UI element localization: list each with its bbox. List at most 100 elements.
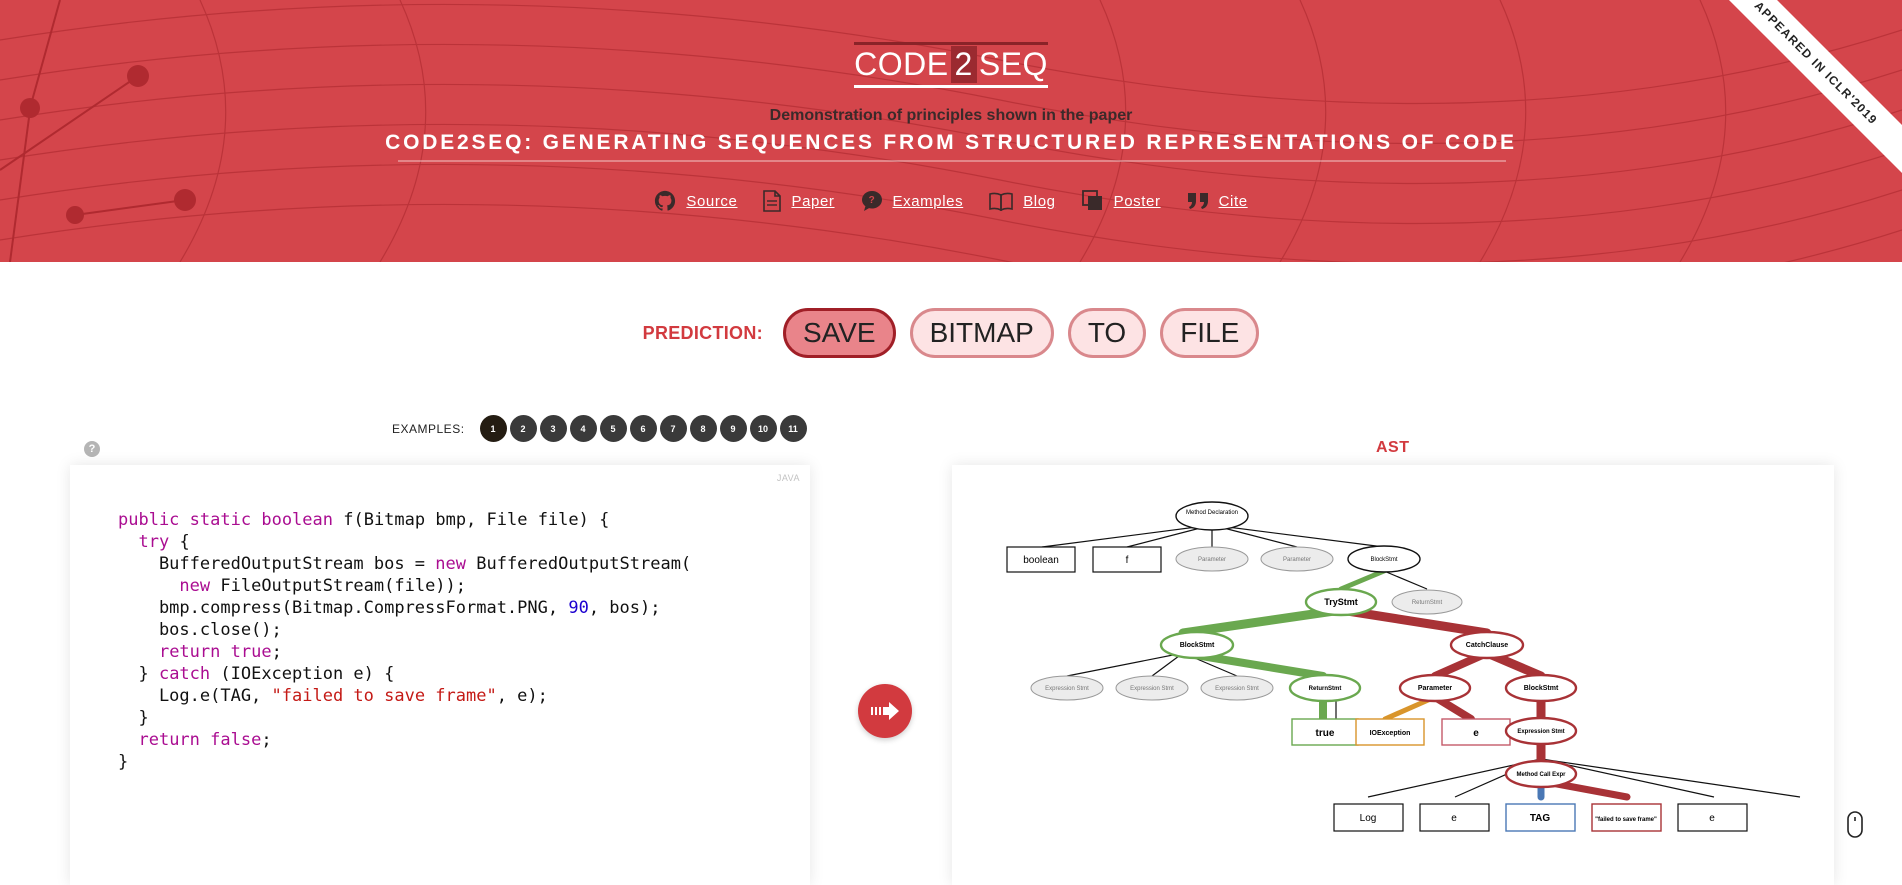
source-link[interactable]: Source xyxy=(654,190,737,212)
example-button-11[interactable]: 11 xyxy=(779,415,807,442)
example-button-6[interactable]: 6 xyxy=(629,415,657,442)
chat-icon: ? xyxy=(861,191,882,211)
page-title: CODE2SEQ: GENERATING SEQUENCES FROM STRU… xyxy=(385,131,1517,154)
ast-node-return-try[interactable]: ReturnStmt xyxy=(1288,673,1362,703)
example-button-1[interactable]: 1 xyxy=(479,415,507,442)
ast-node-boolean[interactable]: boolean xyxy=(1006,546,1076,573)
ast-node-catch[interactable]: CatchClause xyxy=(1449,630,1525,660)
ast-node-expr-1-label: Expression Stmt xyxy=(1045,686,1089,692)
ast-node-ioexception-label: IOException xyxy=(1370,730,1411,737)
ast-node-try[interactable]: TryStmt xyxy=(1304,587,1378,617)
logo-text-right: SEQ xyxy=(978,46,1048,82)
example-button-8[interactable]: 8 xyxy=(689,415,717,442)
ast-node-catch-label: CatchClause xyxy=(1466,642,1509,649)
ast-node-f-label: f xyxy=(1126,555,1129,566)
ast-node-expr-3-label: Expression Stmt xyxy=(1215,686,1259,692)
poster-link[interactable]: Poster xyxy=(1081,190,1161,212)
ast-node-return-top[interactable]: ReturnStmt xyxy=(1391,589,1463,615)
example-button-10[interactable]: 10 xyxy=(749,415,777,442)
scroll-mouse-icon xyxy=(1847,811,1863,838)
ast-node-tag-label: TAG xyxy=(1530,813,1551,824)
prediction-label: PREDICTION: xyxy=(642,322,763,343)
code-line-12: } xyxy=(118,752,129,772)
example-button-2[interactable]: 2 xyxy=(509,415,537,442)
cite-link-label: Cite xyxy=(1218,192,1248,210)
document-icon xyxy=(763,190,782,212)
ast-node-block-top-label: BlockStmt xyxy=(1370,557,1397,563)
ast-node-log-label: Log xyxy=(1360,813,1377,824)
ast-node-f[interactable]: f xyxy=(1092,546,1162,573)
examples-link[interactable]: ? Examples xyxy=(861,190,964,212)
ast-node-block-catch[interactable]: BlockStmt xyxy=(1504,673,1578,703)
page-subtitle: Demonstration of principles shown in the… xyxy=(769,107,1133,124)
ast-node-e-1[interactable]: e xyxy=(1441,718,1511,746)
ast-node-block-catch-label: BlockStmt xyxy=(1524,685,1559,692)
example-button-4[interactable]: 4 xyxy=(569,415,597,442)
predict-arrow-button[interactable] xyxy=(858,684,912,738)
prediction-row: PREDICTION: SAVE BITMAP TO FILE xyxy=(0,308,1902,358)
ast-node-block-try-label: BlockStmt xyxy=(1180,642,1215,649)
code-line-9: Log.e(TAG, "failed to save frame", e); xyxy=(118,686,548,706)
ast-node-parameter[interactable]: Parameter xyxy=(1398,673,1472,703)
prediction-token-save[interactable]: SAVE xyxy=(782,308,896,358)
code-content[interactable]: public static boolean f(Bitmap bmp, File… xyxy=(118,509,691,773)
code-line-6: bos.close(); xyxy=(118,620,282,640)
ast-node-block-top[interactable]: BlockStmt xyxy=(1347,545,1421,573)
example-button-5[interactable]: 5 xyxy=(599,415,627,442)
code-line-5: bmp.compress(Bitmap.CompressFormat.PNG, … xyxy=(118,598,661,618)
ast-node-expr-3[interactable]: Expression Stmt xyxy=(1200,675,1274,701)
ast-node-block-try[interactable]: BlockStmt xyxy=(1159,630,1235,660)
header-links: Source Paper ? Examples Blog Poster Cite xyxy=(0,190,1902,212)
code-line-3: BufferedOutputStream bos = new BufferedO… xyxy=(118,554,692,574)
blog-link[interactable]: Blog xyxy=(989,190,1055,212)
logo: CODE 2 SEQ xyxy=(0,42,1902,88)
prediction-token-to[interactable]: TO xyxy=(1067,308,1147,358)
ast-node-return-try-label: ReturnStmt xyxy=(1309,686,1342,692)
code-line-1: public static boolean f(Bitmap bmp, File… xyxy=(118,510,610,530)
title-divider xyxy=(398,160,1506,162)
ast-panel: Method Declaration boolean f Parameter P… xyxy=(952,465,1834,885)
ast-node-e-2[interactable]: e xyxy=(1419,803,1490,832)
ast-node-method-call[interactable]: Method Call Expr xyxy=(1504,759,1578,789)
header-banner: CODE 2 SEQ Demonstration of principles sho… xyxy=(0,0,1902,262)
ast-node-expr-catch[interactable]: Expression Stmt xyxy=(1504,716,1578,746)
source-link-label: Source xyxy=(686,192,738,210)
ast-node-ioexception[interactable]: IOException xyxy=(1355,718,1425,746)
book-icon xyxy=(989,192,1013,211)
ast-tree: Method Declaration boolean f Parameter P… xyxy=(1006,501,1801,832)
logo-text-left: CODE xyxy=(854,46,949,82)
svg-text:?: ? xyxy=(868,195,875,206)
examples-selector: EXAMPLES: 1 2 3 4 5 6 7 8 9 10 11 xyxy=(392,415,807,442)
ast-node-try-label: TryStmt xyxy=(1324,597,1358,607)
copy-icon xyxy=(1081,190,1102,210)
ast-node-true[interactable]: true xyxy=(1291,718,1359,746)
ast-node-e-1-label: e xyxy=(1473,728,1479,739)
paper-link-label: Paper xyxy=(791,192,835,210)
paper-link[interactable]: Paper xyxy=(763,190,834,212)
ast-node-method-decl[interactable]: Method Declaration xyxy=(1175,501,1249,531)
ast-node-log[interactable]: Log xyxy=(1333,803,1404,832)
example-button-9[interactable]: 9 xyxy=(719,415,747,442)
ast-node-boolean-label: boolean xyxy=(1023,555,1059,566)
ast-node-tag[interactable]: TAG xyxy=(1505,803,1576,832)
ast-node-expr-2[interactable]: Expression Stmt xyxy=(1115,675,1189,701)
ast-node-e-3[interactable]: e xyxy=(1677,803,1748,832)
blog-link-label: Blog xyxy=(1023,192,1056,210)
prediction-token-bitmap[interactable]: BITMAP xyxy=(909,308,1054,358)
quote-icon xyxy=(1187,193,1208,209)
ast-node-parameter-2[interactable]: Parameter xyxy=(1260,546,1334,572)
ast-node-parameter-1[interactable]: Parameter xyxy=(1175,546,1249,572)
arrow-right-icon xyxy=(871,702,899,720)
ast-node-expr-2-label: Expression Stmt xyxy=(1130,686,1174,692)
prediction-token-file[interactable]: FILE xyxy=(1160,308,1260,358)
cite-link[interactable]: Cite xyxy=(1187,190,1248,212)
example-button-7[interactable]: 7 xyxy=(659,415,687,442)
ast-node-expr-1[interactable]: Expression Stmt xyxy=(1030,675,1104,701)
help-icon[interactable]: ? xyxy=(84,441,100,457)
example-button-3[interactable]: 3 xyxy=(539,415,567,442)
code-editor[interactable]: JAVA public static boolean f(Bitmap bmp,… xyxy=(70,465,810,885)
code-line-10: } xyxy=(118,708,149,728)
examples-link-label: Examples xyxy=(892,192,964,210)
ast-node-method-decl-label: Method Declaration xyxy=(1186,510,1238,516)
ast-node-message[interactable]: "failed to save frame" xyxy=(1591,803,1662,832)
